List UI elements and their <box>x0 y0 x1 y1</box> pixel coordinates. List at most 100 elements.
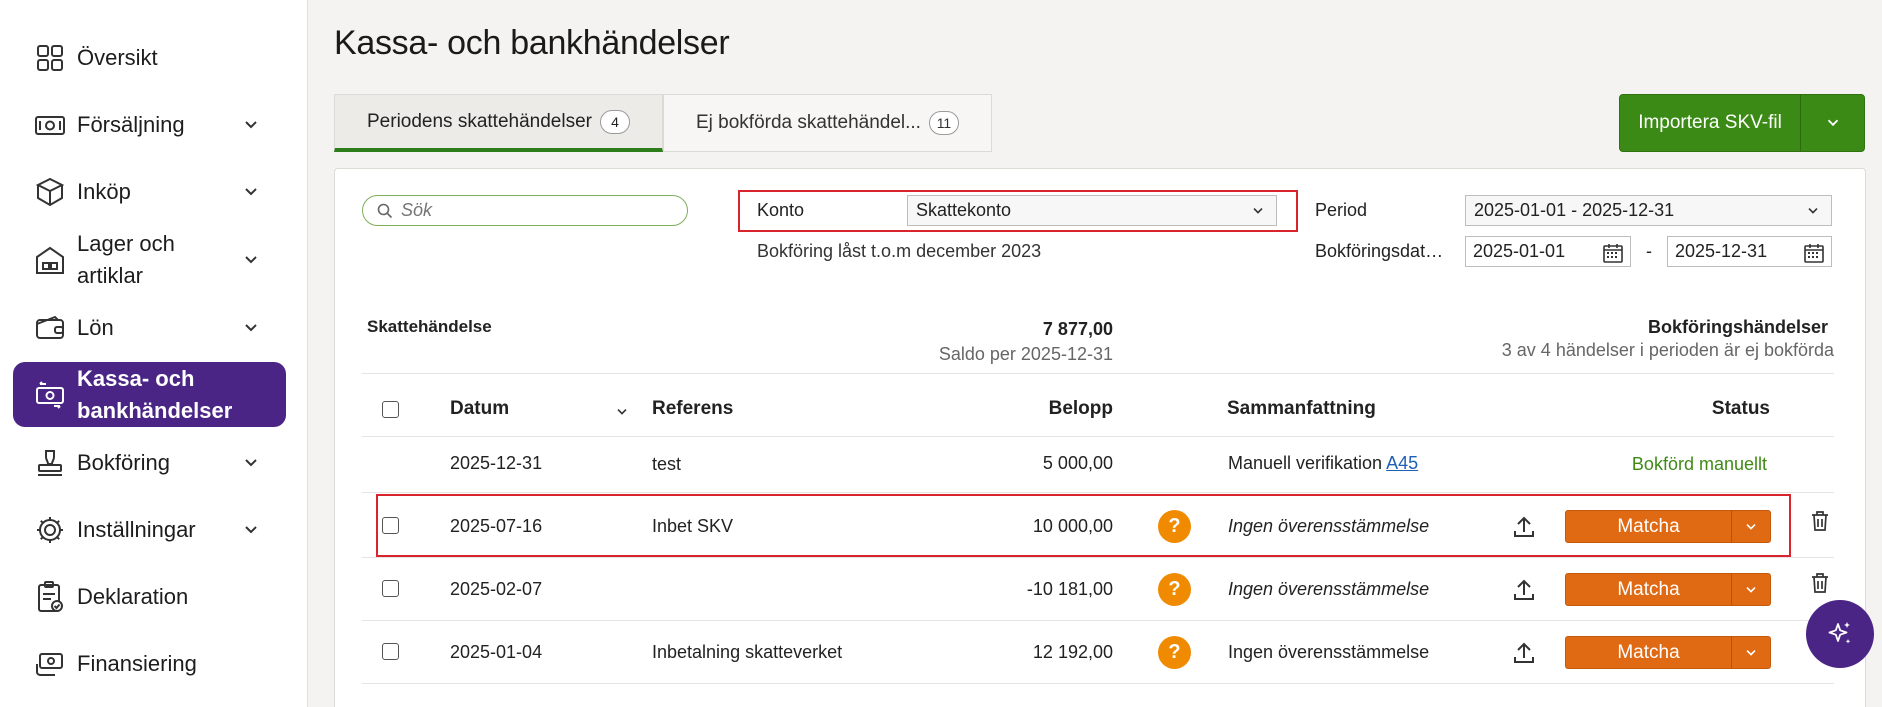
divider <box>362 492 1834 493</box>
column-header-datum[interactable]: Datum <box>450 398 509 420</box>
sidebar-item-inkop[interactable]: Inköp <box>13 161 286 223</box>
verification-link[interactable]: A45 <box>1386 453 1418 473</box>
stamp-icon <box>33 446 67 480</box>
gear-icon <box>33 513 67 547</box>
locked-period-note: Bokföring låst t.o.m december 2023 <box>757 241 1042 261</box>
row-belopp: 5 000,00 <box>1042 453 1113 473</box>
row-sammanfattning: Ingen överensstämmelse <box>1228 579 1430 599</box>
sidebar-item-finansiering[interactable]: Finansiering <box>13 633 286 695</box>
summary-bokforing-title: Bokföringshändelser <box>1647 317 1828 337</box>
sidebar-item-label: Kassa- och bankhändelser <box>77 365 233 423</box>
row-referens: Inbetalning skatteverket <box>652 642 843 662</box>
sidebar-item-lon[interactable]: Lön <box>13 297 286 359</box>
chevron-down-icon[interactable] <box>241 318 261 338</box>
row-datum: 2025-12-31 <box>450 453 543 473</box>
sidebar-item-installningar[interactable]: Inställningar <box>13 499 286 561</box>
sidebar-item-deklaration[interactable]: Deklaration <box>13 566 286 628</box>
ai-assistant-button[interactable] <box>1806 600 1874 668</box>
upload-icon[interactable] <box>1511 577 1537 603</box>
divider <box>362 683 1834 684</box>
sidebar-item-oversikt[interactable]: Översikt <box>13 27 286 89</box>
tab-label: Ej bokförda skattehändel... <box>695 112 921 133</box>
bank-transfer-icon <box>33 378 67 412</box>
import-skv-button[interactable]: Importera SKV-fil <box>1619 94 1865 152</box>
boxes-icon <box>33 175 67 209</box>
search-input[interactable] <box>401 200 671 221</box>
period-select-value: 2025-01-01 - 2025-12-31 <box>1474 200 1675 220</box>
chevron-down-icon[interactable] <box>241 520 261 540</box>
grid-icon <box>33 41 67 75</box>
chevron-down-icon <box>1253 208 1263 214</box>
calendar-icon[interactable] <box>1802 241 1826 265</box>
sidebar: Översikt Försäljning Inköp Lager och art… <box>0 0 308 707</box>
date-from-input[interactable]: 2025-01-01 <box>1465 236 1631 267</box>
period-label: Period <box>1315 200 1368 220</box>
upload-icon[interactable] <box>1511 640 1537 666</box>
row-datum: 2025-02-07 <box>450 579 543 599</box>
question-icon[interactable]: ? <box>1158 636 1191 669</box>
chevron-down-icon[interactable] <box>1732 582 1770 598</box>
sidebar-item-label: Lager och artiklar <box>77 231 175 288</box>
sparkles-icon <box>1828 622 1851 644</box>
summary-amount: 7 877,00 <box>1042 319 1113 339</box>
period-select[interactable]: 2025-01-01 - 2025-12-31 <box>1465 195 1832 226</box>
transactions-card <box>334 168 1866 707</box>
sidebar-item-label: Lön <box>77 315 114 340</box>
sidebar-item-lager[interactable]: Lager och artiklar <box>13 228 286 292</box>
match-button-label: Matcha <box>1617 578 1680 600</box>
column-header-status: Status <box>1711 398 1770 419</box>
divider <box>362 620 1834 621</box>
tab-count-badge: 4 <box>599 109 630 134</box>
trash-icon[interactable] <box>1808 571 1832 595</box>
trash-icon[interactable] <box>1808 509 1832 533</box>
summary-bokforing-sub: 3 av 4 händelser i perioden är ej bokför… <box>1501 340 1834 360</box>
sidebar-item-label: Finansiering <box>77 651 197 676</box>
chevron-down-icon[interactable] <box>241 250 261 270</box>
row-checkbox[interactable] <box>382 580 399 597</box>
summary-skattehandelse-title: Skattehändelse <box>367 317 492 336</box>
money-hand-icon <box>33 647 67 681</box>
konto-select[interactable]: Skattekonto <box>907 195 1277 226</box>
banknote-icon <box>33 108 67 142</box>
tab-ej-bokforda[interactable]: Ej bokförda skattehändel... 11 <box>662 94 992 152</box>
row-sammanfattning: Manuell verifikation A45 <box>1228 453 1418 474</box>
row-belopp: -10 181,00 <box>1026 579 1113 599</box>
select-all-checkbox[interactable] <box>382 401 399 418</box>
sidebar-item-kassa-bank[interactable]: Kassa- och bankhändelser <box>13 362 286 427</box>
chevron-down-icon[interactable] <box>241 182 261 202</box>
wallet-icon <box>33 311 67 345</box>
tab-label: Periodens skattehändelser <box>367 110 592 132</box>
chevron-down-icon[interactable] <box>1801 114 1864 132</box>
chevron-down-icon[interactable] <box>241 453 261 473</box>
sidebar-item-bokforing[interactable]: Bokföring <box>13 432 286 494</box>
import-skv-label: Importera SKV-fil <box>1638 112 1782 133</box>
row-sammanfattning: Ingen överensstämmelse <box>1228 642 1430 662</box>
calendar-icon[interactable] <box>1601 241 1625 265</box>
konto-label: Konto <box>757 200 805 220</box>
date-to-value: 2025-12-31 <box>1675 241 1768 261</box>
tab-count-badge: 11 <box>928 111 959 135</box>
date-to-input[interactable]: 2025-12-31 <box>1667 236 1832 267</box>
tab-periodens-skattehandelser[interactable]: Periodens skattehändelser 4 <box>334 94 663 152</box>
sort-chevron-icon[interactable] <box>614 404 630 420</box>
tab-bar: Periodens skattehändelser 4 Ej bokförda … <box>334 94 992 152</box>
match-button[interactable]: Matcha <box>1565 636 1771 669</box>
page-title: Kassa- och bankhändelser <box>334 24 730 62</box>
chevron-down-icon[interactable] <box>1732 645 1770 661</box>
sidebar-item-label: Bokföring <box>77 450 170 475</box>
search-field[interactable] <box>362 195 688 226</box>
sidebar-item-label: Översikt <box>77 45 158 70</box>
chevron-down-icon[interactable] <box>241 115 261 135</box>
row-checkbox[interactable] <box>382 643 399 660</box>
match-button[interactable]: Matcha <box>1565 573 1771 606</box>
sidebar-item-label: Inköp <box>77 179 131 204</box>
match-button-label: Matcha <box>1617 641 1680 663</box>
question-icon[interactable]: ? <box>1158 573 1191 606</box>
row-referens: test <box>652 454 682 474</box>
sidebar-item-forsaljning[interactable]: Försäljning <box>13 94 286 156</box>
column-header-sammanfattning: Sammanfattning <box>1227 398 1376 419</box>
divider <box>362 557 1834 558</box>
chevron-down-icon <box>1808 208 1818 214</box>
row-datum: 2025-01-04 <box>450 642 543 662</box>
bokforingsdatum-label: Bokföringsdatum <box>1315 241 1445 261</box>
